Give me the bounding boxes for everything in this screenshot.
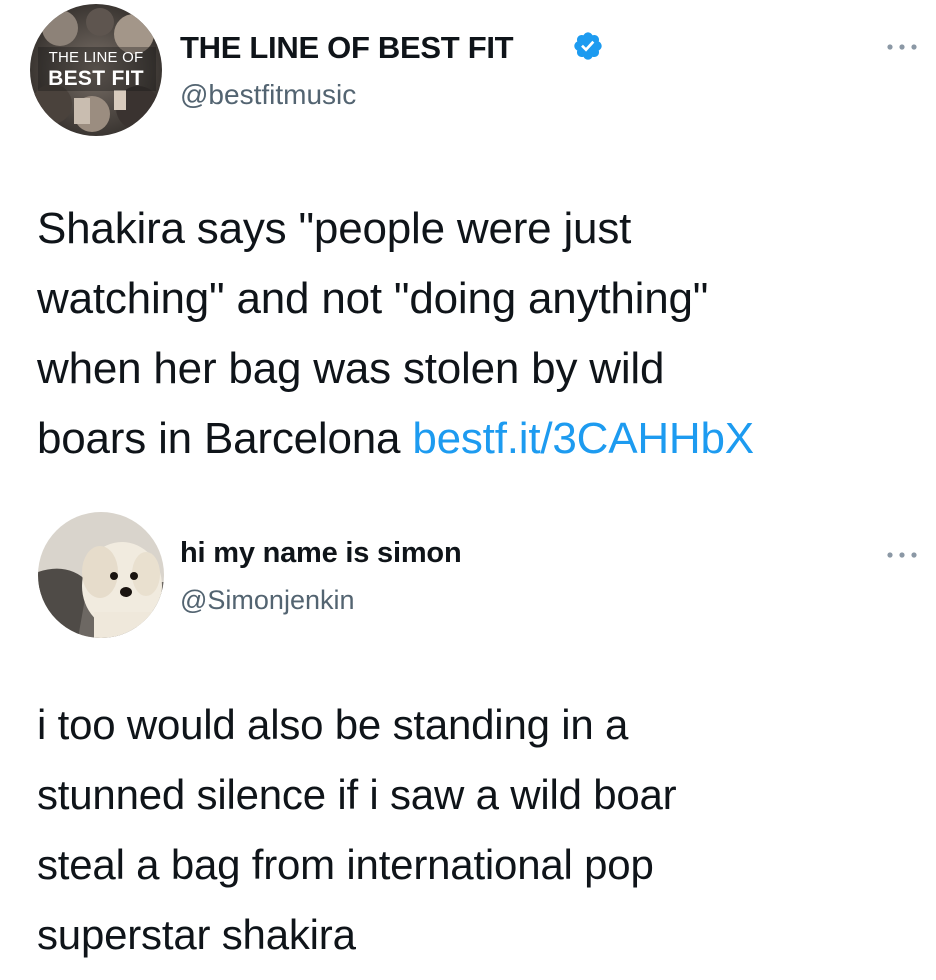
dog-avatar-image — [38, 512, 164, 638]
verified-badge-icon — [574, 32, 602, 60]
avatar-simonjenkin[interactable] — [38, 512, 164, 638]
tweet-text: i too would also be standing in a stunne… — [37, 690, 917, 970]
tweet-simonjenkin: hi my name is simon @Simonjenkin i too w… — [0, 496, 936, 980]
author-handle[interactable]: @Simonjenkin — [180, 585, 355, 616]
avatar-logo-line2: BEST FIT — [48, 67, 144, 90]
author-name[interactable]: THE LINE OF BEST FIT — [180, 30, 514, 66]
avatar-logo-line1: THE LINE OF — [48, 49, 144, 66]
tweet-body: i too would also be standing in a stunne… — [37, 701, 677, 958]
more-horizontal-icon[interactable] — [884, 550, 920, 560]
author-handle[interactable]: @bestfitmusic — [180, 79, 356, 111]
tweet-text: Shakira says "people were just watching"… — [37, 194, 917, 474]
author-name[interactable]: hi my name is simon — [180, 537, 462, 570]
tweet-bestfitmusic: THE LINE OF BEST FIT THE LINE OF BEST FI… — [0, 0, 936, 490]
avatar-bestfitmusic[interactable]: THE LINE OF BEST FIT — [30, 4, 162, 136]
more-horizontal-icon[interactable] — [884, 42, 920, 52]
tweet-link[interactable]: bestf.it/3CAHHbX — [412, 414, 754, 463]
